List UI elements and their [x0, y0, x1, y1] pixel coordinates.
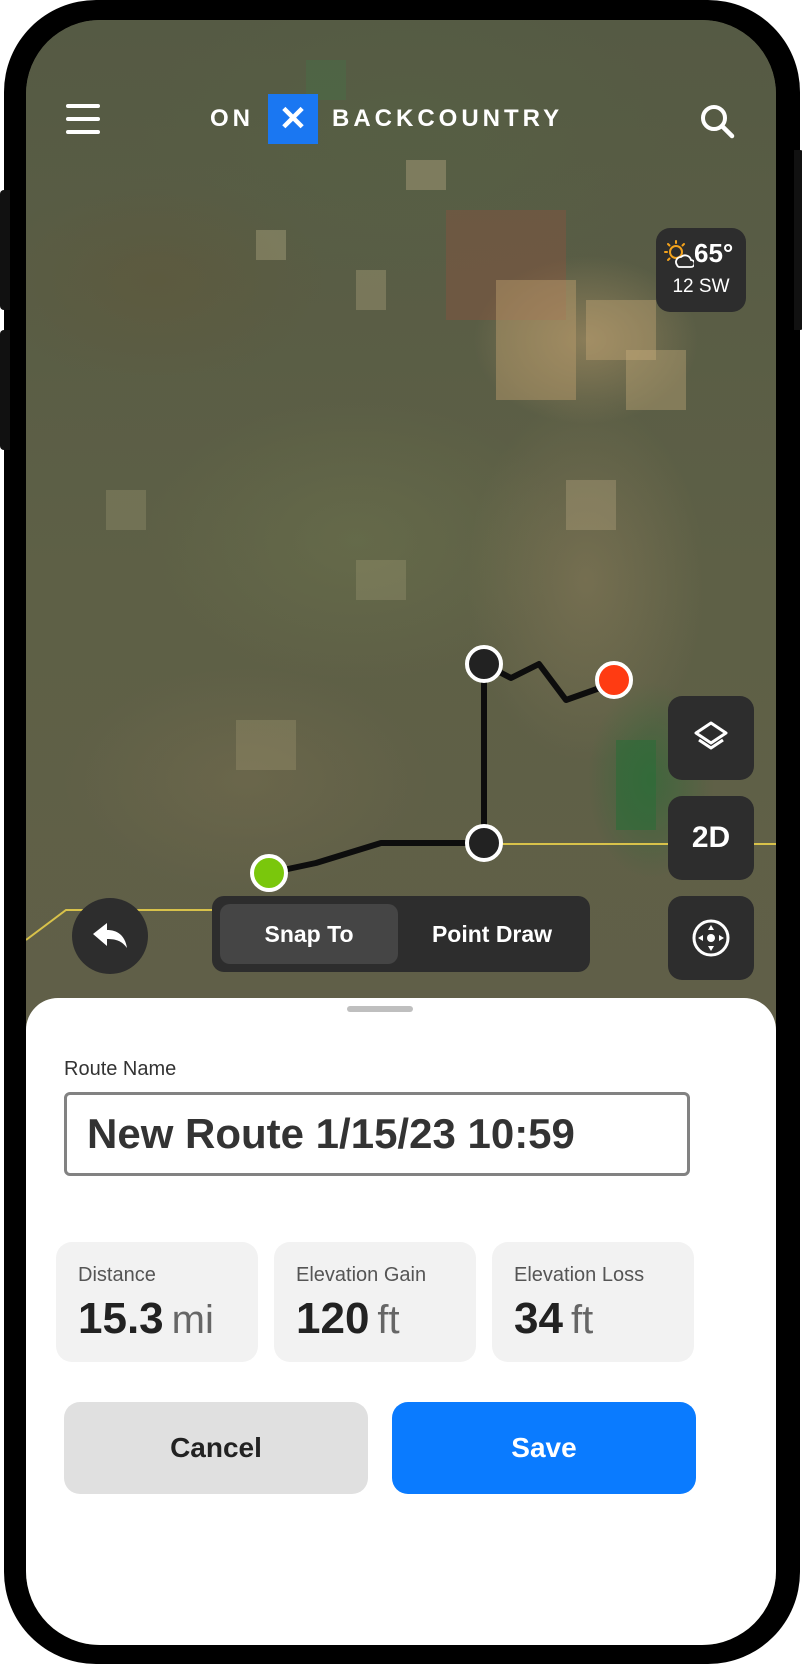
weather-wind: 12 SW: [672, 276, 730, 297]
route-line: [268, 661, 616, 876]
undo-button[interactable]: [72, 898, 148, 974]
locate-button[interactable]: [668, 896, 754, 980]
compass-icon: [692, 919, 730, 957]
cancel-button[interactable]: Cancel: [64, 1402, 368, 1494]
stat-value: 120: [296, 1294, 370, 1343]
volume-button: [0, 330, 10, 450]
partly-sunny-icon: [664, 240, 694, 268]
app-screen: ON ✕ BACKCOUNTRY 65° 12 SW 2D Snap To Po…: [26, 20, 776, 1645]
route-name-input[interactable]: New Route 1/15/23 10:59: [64, 1092, 690, 1176]
weather-temperature: 65°: [694, 238, 734, 268]
sheet-drag-handle[interactable]: [347, 1006, 413, 1012]
stat-unit: mi: [171, 1298, 214, 1342]
route-start-point[interactable]: [250, 854, 288, 892]
stat-label: Elevation Loss: [514, 1264, 645, 1286]
stat-unit: ft: [570, 1298, 594, 1342]
route-waypoint[interactable]: [465, 824, 503, 862]
elevation-loss-stat: Elevation Loss 34 ft: [492, 1242, 694, 1362]
undo-icon: [93, 923, 127, 948]
route-name-label: Route Name: [64, 1058, 177, 1080]
stat-label: Elevation Gain: [296, 1264, 427, 1286]
stat-label: Distance: [78, 1264, 156, 1286]
layers-icon: [694, 721, 728, 750]
power-button: [794, 150, 802, 330]
search-icon[interactable]: [698, 102, 736, 140]
route-end-point[interactable]: [595, 661, 633, 699]
save-button[interactable]: Save: [392, 1402, 696, 1494]
point-draw-option[interactable]: Point Draw: [402, 904, 582, 964]
stat-value: 34: [514, 1294, 563, 1343]
layers-button[interactable]: [668, 696, 754, 780]
weather-widget[interactable]: 65° 12 SW: [656, 228, 746, 312]
logo-mark: ✕: [268, 94, 318, 144]
elevation-gain-stat: Elevation Gain 120 ft: [274, 1242, 476, 1362]
volume-button: [0, 190, 10, 310]
route-overlay: [26, 645, 776, 941]
app-logo: ON ✕ BACKCOUNTRY: [210, 94, 563, 144]
logo-text-right: BACKCOUNTRY: [332, 105, 564, 132]
menu-icon[interactable]: [66, 104, 100, 134]
stat-value: 15.3: [78, 1294, 164, 1343]
route-waypoint[interactable]: [465, 645, 503, 683]
snap-to-option[interactable]: Snap To: [220, 904, 398, 964]
route-mode-toggle: Snap To Point Draw: [212, 896, 590, 972]
logo-text-left: ON: [210, 105, 254, 132]
stat-unit: ft: [377, 1298, 400, 1342]
view-mode-button[interactable]: 2D: [668, 796, 754, 880]
route-details-sheet: Route Name New Route 1/15/23 10:59 Dista…: [26, 998, 776, 1645]
distance-stat: Distance 15.3 mi: [56, 1242, 258, 1362]
